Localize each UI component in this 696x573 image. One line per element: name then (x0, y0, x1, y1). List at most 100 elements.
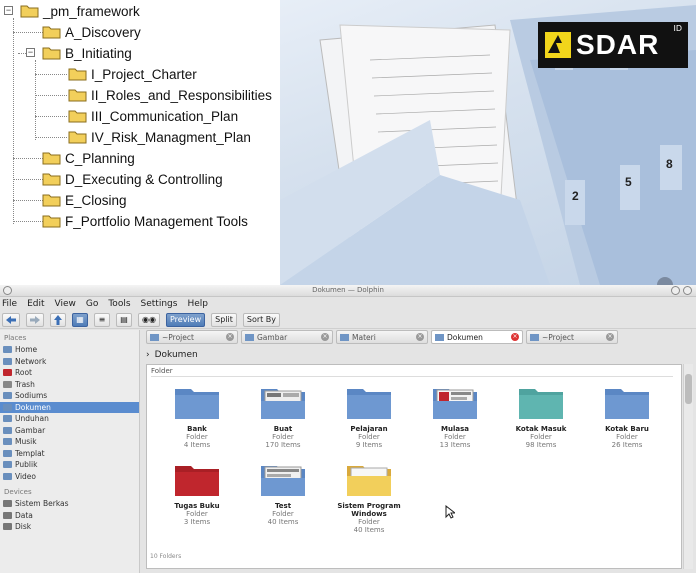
tree-item-e-closing[interactable]: E_Closing (42, 190, 127, 210)
tree-item-c-planning[interactable]: C_Planning (42, 148, 135, 168)
device-data[interactable]: Data (0, 510, 139, 522)
place-label: Video (15, 471, 37, 481)
tree-item-communication-plan[interactable]: III_Communication_Plan (68, 106, 238, 126)
tree-item-risk-plan[interactable]: IV_Risk_Managment_Plan (68, 127, 251, 147)
tree-item-f-portfolio[interactable]: F_Portfolio Management Tools (42, 211, 248, 231)
folder-icon (3, 449, 12, 457)
place-trash[interactable]: Trash (0, 379, 139, 391)
folder-item[interactable]: Kotak Baru Folder 26 Items (585, 383, 669, 449)
split-button[interactable]: Split (211, 312, 237, 327)
breadcrumb-current[interactable]: Dokumen (155, 350, 198, 360)
tree-connector (35, 74, 67, 75)
item-count: 98 Items (525, 441, 557, 449)
place-sodiums[interactable]: Sodiums (0, 390, 139, 402)
menu-view[interactable]: View (55, 299, 76, 309)
root-icon (3, 369, 12, 377)
close-tab-icon[interactable]: × (226, 333, 234, 341)
tree-connector (13, 221, 43, 222)
tab-project[interactable]: ~Project × (146, 330, 238, 344)
device-disk[interactable]: Disk (0, 521, 139, 533)
place-publik[interactable]: Publik (0, 459, 139, 471)
tab-number: 8 (666, 157, 673, 171)
tab-gambar[interactable]: Gambar × (241, 330, 333, 344)
tab-project-2[interactable]: ~Project × (526, 330, 618, 344)
folder-item[interactable]: Bank Folder 4 Items (155, 383, 239, 449)
find-button[interactable]: ◉◉ (138, 312, 160, 327)
tab-materi[interactable]: Materi × (336, 330, 428, 344)
forward-button[interactable] (26, 312, 44, 327)
tree-item-roles-responsibilities[interactable]: II_Roles_and_Responsibilities (68, 85, 272, 105)
place-home[interactable]: Home (0, 344, 139, 356)
tree-item-a-discovery[interactable]: A_Discovery (42, 22, 141, 42)
tab-bar: ~Project × Gambar × Materi × Dokumen × ~Proj… (146, 330, 696, 346)
place-dokumen[interactable]: Dokumen (0, 401, 139, 413)
tree-connector (35, 60, 36, 140)
place-label: Templat (15, 448, 45, 458)
tab-label: ~Project (162, 332, 194, 342)
icons-view-button[interactable]: ▦ (72, 312, 88, 327)
close-tab-icon[interactable]: × (416, 333, 424, 341)
folder-item[interactable]: Kotak Masuk Folder 98 Items (499, 383, 583, 449)
menu-tools[interactable]: Tools (108, 299, 130, 309)
item-name: Kotak Baru (605, 425, 649, 433)
tree-item-b-initiating[interactable]: B_Initiating (42, 43, 132, 63)
tab-dokumen[interactable]: Dokumen × (431, 330, 523, 344)
arrow-right-icon (30, 315, 40, 324)
place-gambar[interactable]: Gambar (0, 425, 139, 437)
folder-item[interactable]: Mulasa Folder 13 Items (413, 383, 497, 449)
tree-collapse-icon[interactable]: − (4, 6, 13, 15)
tree-collapse-icon[interactable]: − (26, 48, 35, 57)
tree-item-root[interactable]: _pm_framework (20, 1, 140, 21)
tree-item-label: F_Portfolio Management Tools (65, 213, 248, 229)
folder-item[interactable]: Tugas Buku Folder 3 Items (155, 460, 239, 526)
tree-item-project-charter[interactable]: I_Project_Charter (68, 64, 197, 84)
breadcrumb[interactable]: › Dokumen (146, 348, 198, 362)
menu-bar: File Edit View Go Tools Settings Help (0, 297, 696, 311)
folder-yellow-icon (347, 466, 391, 496)
close-tab-icon[interactable]: × (606, 333, 614, 341)
tab-number: 2 (572, 189, 579, 203)
device-system[interactable]: Sistem Berkas (0, 498, 139, 510)
item-name: Pelajaran (350, 425, 388, 433)
item-count: 9 Items (355, 441, 383, 449)
folder-item[interactable]: Test Folder 40 Items (241, 460, 325, 526)
menu-edit[interactable]: Edit (27, 299, 44, 309)
close-icon[interactable] (683, 286, 692, 295)
folder-item[interactable]: Buat Folder 170 Items (241, 383, 325, 449)
details-view-button[interactable]: ▤ (116, 312, 132, 327)
place-network[interactable]: Network (0, 356, 139, 368)
preview-button[interactable]: Preview (165, 312, 206, 327)
folder-teal-icon (519, 389, 563, 419)
vertical-scrollbar[interactable] (683, 364, 693, 569)
place-musik[interactable]: Musik (0, 436, 139, 448)
item-count: 26 Items (611, 441, 643, 449)
back-button[interactable] (2, 312, 20, 327)
place-templat[interactable]: Templat (0, 448, 139, 460)
item-count: 40 Items (353, 526, 385, 534)
tree-item-label: _pm_framework (43, 3, 140, 19)
menu-settings[interactable]: Settings (141, 299, 178, 309)
minimize-icon[interactable] (671, 286, 680, 295)
menu-go[interactable]: Go (86, 299, 98, 309)
tree-item-label: I_Project_Charter (91, 66, 197, 82)
menu-file[interactable]: File (2, 299, 17, 309)
menu-help[interactable]: Help (187, 299, 208, 309)
up-button[interactable] (50, 312, 66, 327)
place-unduhan[interactable]: Unduhan (0, 413, 139, 425)
item-name: Mulasa (441, 425, 469, 433)
tree-item-d-executing[interactable]: D_Executing & Controlling (42, 169, 223, 189)
place-video[interactable]: Video (0, 471, 139, 483)
sort-button[interactable]: Sort By (242, 312, 281, 327)
folder-icon (3, 392, 12, 400)
window-titlebar[interactable]: Dokumen — Dolphin (0, 285, 696, 297)
scrollbar-thumb[interactable] (685, 374, 692, 404)
folder-item[interactable]: Pelajaran Folder 9 Items (327, 383, 411, 449)
folder-icon (347, 389, 391, 419)
close-tab-icon[interactable]: × (511, 333, 519, 341)
folder-item[interactable]: Sistem Program Windows Folder 40 Items (327, 460, 411, 534)
place-root[interactable]: Root (0, 367, 139, 379)
compact-view-button[interactable]: ≡ (94, 312, 110, 327)
tab-label: ~Project (542, 332, 574, 342)
folder-icon (3, 426, 12, 434)
close-tab-icon[interactable]: × (321, 333, 329, 341)
